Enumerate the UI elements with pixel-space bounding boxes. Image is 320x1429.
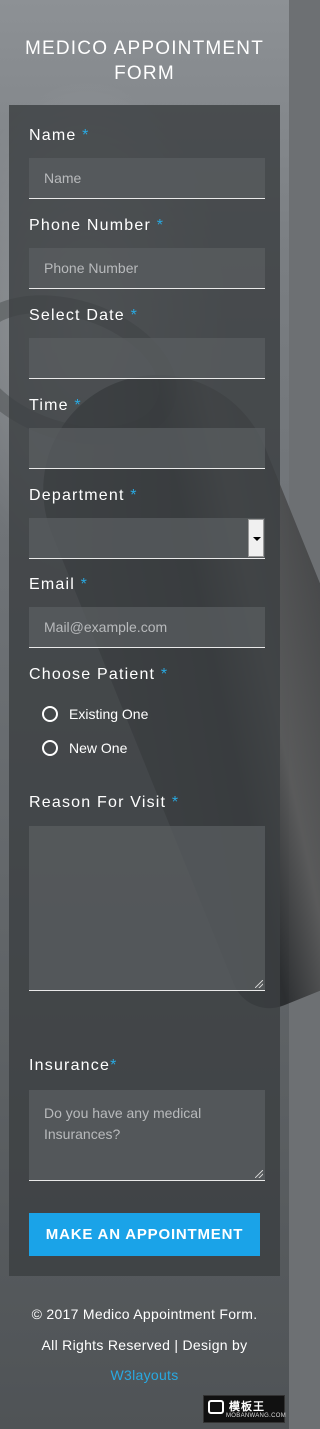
- reason-textarea[interactable]: [29, 826, 265, 991]
- department-select[interactable]: [29, 518, 265, 559]
- resize-handle-icon[interactable]: [255, 1170, 263, 1178]
- insurance-textarea[interactable]: Do you have any medical Insurances?: [29, 1090, 265, 1181]
- phone-label: Phone Number *: [29, 217, 165, 234]
- date-input[interactable]: [29, 338, 265, 379]
- department-label: Department *: [29, 487, 138, 504]
- patient-label: Choose Patient *: [29, 666, 169, 683]
- radio-icon[interactable]: [42, 706, 58, 722]
- watermark-logo: 模板王 MOBANWANG.COM: [203, 1395, 286, 1423]
- resize-handle-icon[interactable]: [255, 980, 263, 988]
- phone-input[interactable]: Phone Number: [29, 248, 265, 289]
- footer-copyright: © 2017 Medico Appointment Form.: [31, 1306, 258, 1322]
- insurance-label: Insurance*: [29, 1057, 118, 1074]
- insurance-placeholder: Do you have any medical Insurances?: [44, 1105, 202, 1142]
- footer-rights: All Rights Reserved | Design by: [41, 1337, 248, 1353]
- page-title: MEDICO APPOINTMENT FORM: [24, 38, 265, 84]
- email-placeholder: Mail@example.com: [44, 619, 168, 635]
- email-input[interactable]: Mail@example.com: [29, 607, 265, 648]
- chevron-down-icon[interactable]: [248, 519, 264, 557]
- name-input[interactable]: Name: [29, 158, 265, 199]
- phone-placeholder: Phone Number: [44, 260, 139, 276]
- time-input[interactable]: [29, 428, 265, 469]
- email-label: Email *: [29, 576, 89, 593]
- make-appointment-button[interactable]: MAKE AN APPOINTMENT: [29, 1213, 260, 1256]
- name-label: Name *: [29, 127, 90, 144]
- date-label: Select Date *: [29, 307, 139, 324]
- time-label: Time *: [29, 397, 82, 414]
- name-placeholder: Name: [44, 170, 82, 186]
- watermark-icon: [208, 1400, 224, 1414]
- radio-icon[interactable]: [42, 740, 58, 756]
- footer-link-w3layouts[interactable]: W3layouts: [0, 1367, 289, 1383]
- reason-label: Reason For Visit *: [29, 794, 180, 811]
- appointment-form: Name * Name Phone Number * Phone Number …: [9, 105, 280, 1276]
